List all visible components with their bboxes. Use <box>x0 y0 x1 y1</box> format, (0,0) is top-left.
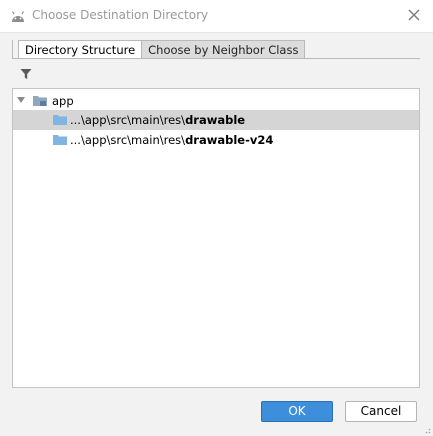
resize-grip-icon[interactable] <box>423 426 431 434</box>
tree-item-label: app <box>52 94 74 108</box>
android-icon <box>11 11 25 22</box>
folder-icon <box>53 135 67 145</box>
tab-border-left <box>12 40 13 59</box>
tab-choose-by-neighbor-class[interactable]: Choose by Neighbor Class <box>141 40 306 59</box>
folder-name: drawable <box>185 113 246 127</box>
path-prefix: ...\app\src\main\res\ <box>70 133 186 147</box>
module-folder-icon <box>33 96 47 106</box>
folder-name: drawable-v24 <box>185 133 274 147</box>
tab-strip: Directory Structure Choose by Neighbor C… <box>18 40 306 59</box>
path-prefix: ...\app\src\main\res\ <box>70 113 186 127</box>
dialog-title: Choose Destination Directory <box>32 8 209 22</box>
filter-icon[interactable] <box>20 68 32 80</box>
folder-icon <box>53 115 67 125</box>
tree-row-app[interactable]: app <box>13 91 419 111</box>
cancel-button[interactable]: Cancel <box>345 401 417 422</box>
directory-tree[interactable]: app ...\app\src\main\res\drawable ...\ap… <box>12 88 420 388</box>
tree-item-label: ...\app\src\main\res\drawable-v24 <box>70 133 273 147</box>
tab-divider <box>12 58 420 59</box>
close-icon[interactable] <box>408 9 420 21</box>
expand-arrow-icon[interactable] <box>17 97 25 104</box>
tree-row-drawable-v24[interactable]: ...\app\src\main\res\drawable-v24 <box>13 130 419 150</box>
ok-button[interactable]: OK <box>261 401 333 422</box>
tree-item-label: ...\app\src\main\res\drawable <box>70 113 245 127</box>
tree-row-drawable[interactable]: ...\app\src\main\res\drawable <box>13 110 419 130</box>
title-bar: Choose Destination Directory <box>0 0 433 33</box>
tab-directory-structure[interactable]: Directory Structure <box>18 40 143 59</box>
